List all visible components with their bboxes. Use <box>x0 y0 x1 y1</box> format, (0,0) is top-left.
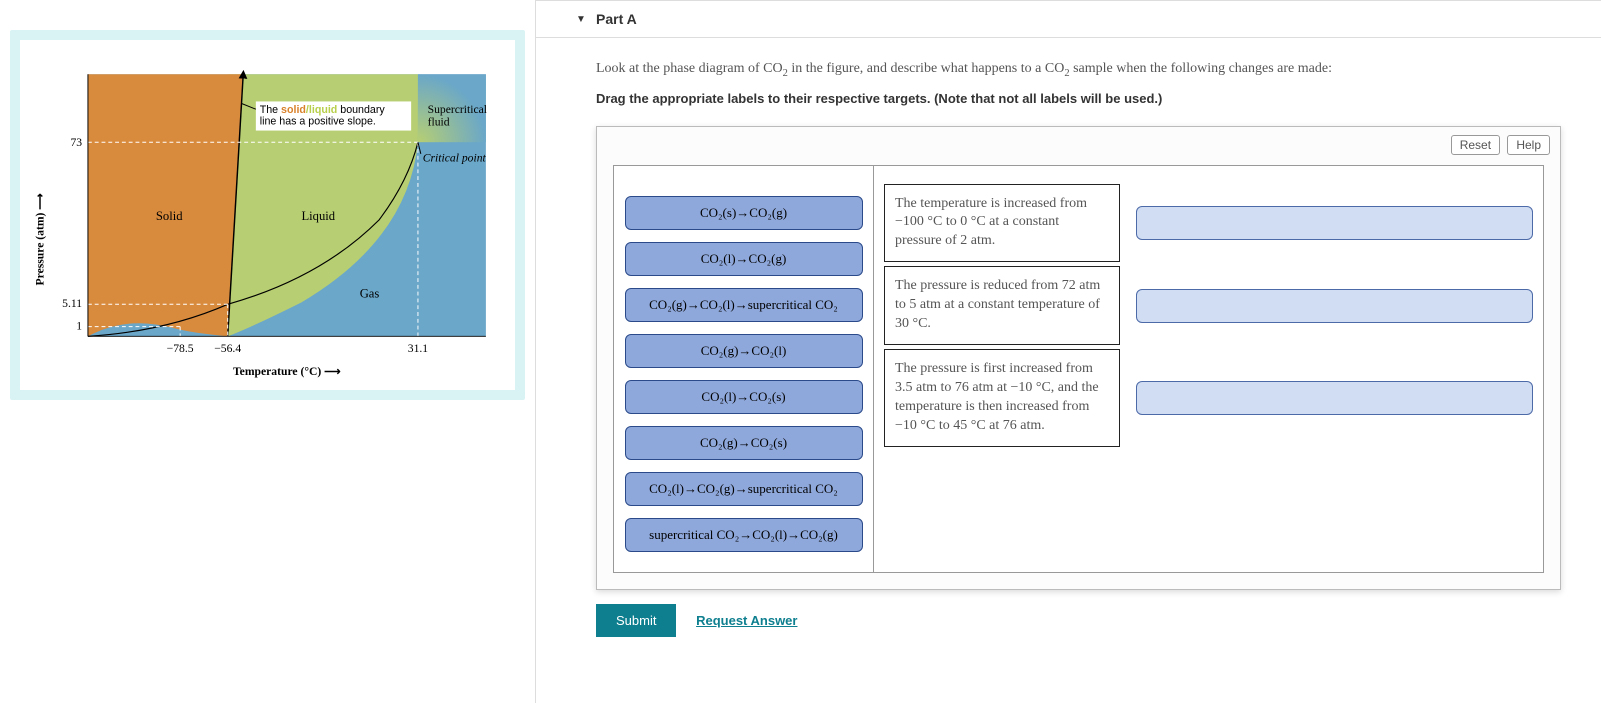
phase-diagram-frame: Solid Liquid Gas Supercriticalfluid Crit… <box>10 30 525 400</box>
xtick-n78: −78.5 <box>167 342 194 355</box>
drag-label[interactable]: CO₂(l)→CO₂(g)→supercritical CO₂ <box>625 472 863 506</box>
drag-label[interactable]: CO₂(g)→CO₂(l)→supercritical CO₂ <box>625 288 863 322</box>
label-source-bin: CO₂(s)→CO₂(g) CO₂(l)→CO₂(g) CO₂(g)→CO₂(l… <box>614 166 874 572</box>
target-description: The pressure is reduced from 72 atm to 5… <box>884 266 1120 345</box>
boundary-note: The solid/liquid boundary line has a pos… <box>260 104 388 128</box>
drop-target[interactable] <box>1136 206 1533 240</box>
part-header[interactable]: ▼ Part A <box>536 0 1601 38</box>
ytick-73: 73 <box>70 136 82 149</box>
help-button[interactable]: Help <box>1507 135 1550 155</box>
drag-drop-panel: Reset Help CO₂(s)→CO₂(g) CO₂(l)→CO₂(g) C… <box>596 126 1561 590</box>
part-label: Part A <box>596 11 637 27</box>
drag-label[interactable]: supercritical CO₂→CO₂(l)→CO₂(g) <box>625 518 863 552</box>
question-text: Look at the phase diagram of CO2 in the … <box>596 58 1561 83</box>
xtick-31: 31.1 <box>408 342 429 355</box>
drag-label[interactable]: CO₂(g)→CO₂(s) <box>625 426 863 460</box>
collapse-icon: ▼ <box>576 14 586 25</box>
target-description: The pressure is first increased from 3.5… <box>884 349 1120 447</box>
target-area: The temperature is increased from −100 °… <box>874 166 1543 572</box>
request-answer-link[interactable]: Request Answer <box>696 613 797 628</box>
critical-point-label: Critical point <box>423 152 487 165</box>
drag-label[interactable]: CO₂(l)→CO₂(g) <box>625 242 863 276</box>
submit-button[interactable]: Submit <box>596 604 676 637</box>
drop-target[interactable] <box>1136 381 1533 415</box>
region-liquid: Liquid <box>301 209 335 223</box>
question-instruction: Drag the appropriate labels to their res… <box>596 91 1561 106</box>
region-solid: Solid <box>156 209 183 223</box>
x-axis-label: Temperature (°C) ⟶ <box>233 365 341 378</box>
reset-button[interactable]: Reset <box>1451 135 1500 155</box>
phase-diagram: Solid Liquid Gas Supercriticalfluid Crit… <box>20 40 515 390</box>
ytick-1: 1 <box>76 320 82 333</box>
xtick-n56: −56.4 <box>214 342 241 355</box>
drag-label[interactable]: CO₂(g)→CO₂(l) <box>625 334 863 368</box>
target-description: The temperature is increased from −100 °… <box>884 184 1120 263</box>
drag-label[interactable]: CO₂(s)→CO₂(g) <box>625 196 863 230</box>
phase-diagram-panel: Solid Liquid Gas Supercriticalfluid Crit… <box>0 0 535 703</box>
drop-target[interactable] <box>1136 289 1533 323</box>
ytick-5: 5.11 <box>62 297 82 310</box>
region-gas: Gas <box>360 287 380 301</box>
drag-label[interactable]: CO₂(l)→CO₂(s) <box>625 380 863 414</box>
y-axis-label: Pressure (atm) ⟶ <box>33 193 46 286</box>
